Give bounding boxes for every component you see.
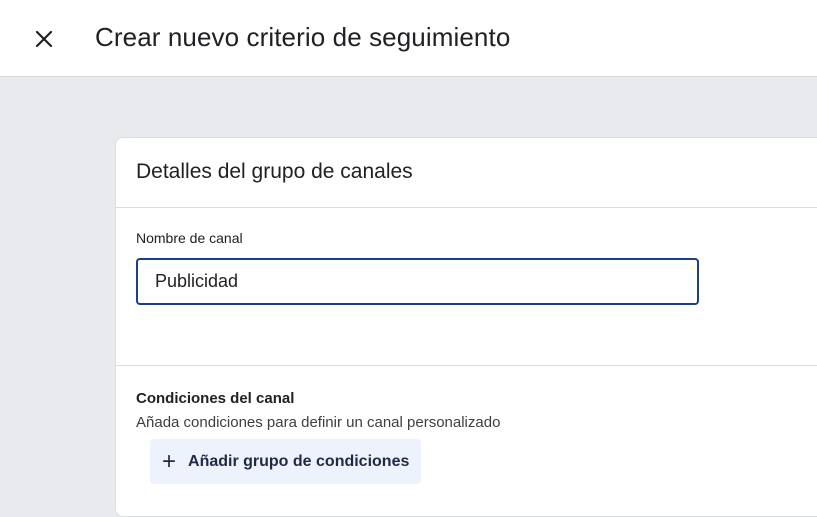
close-icon — [35, 30, 53, 48]
page-title: Crear nuevo criterio de seguimiento — [95, 22, 511, 52]
card-header: Detalles del grupo de canales — [116, 138, 817, 208]
conditions-description: Añada condiciones para definir un canal … — [136, 414, 501, 431]
card-title: Detalles del grupo de canales — [136, 160, 413, 183]
plus-icon: + — [162, 447, 177, 475]
add-condition-group-button[interactable]: + Añadir grupo de condiciones — [150, 439, 422, 484]
channel-name-input[interactable] — [136, 258, 699, 305]
add-condition-group-label: Añadir grupo de condiciones — [188, 452, 410, 470]
top-bar: Crear nuevo criterio de seguimiento — [0, 0, 817, 77]
close-button[interactable] — [28, 23, 60, 55]
channel-group-details-card: Detalles del grupo de canales Nombre de … — [115, 137, 817, 517]
channel-name-section: Nombre de canal — [116, 208, 817, 366]
channel-name-label: Nombre de canal — [136, 230, 243, 246]
conditions-title: Condiciones del canal — [136, 390, 295, 407]
